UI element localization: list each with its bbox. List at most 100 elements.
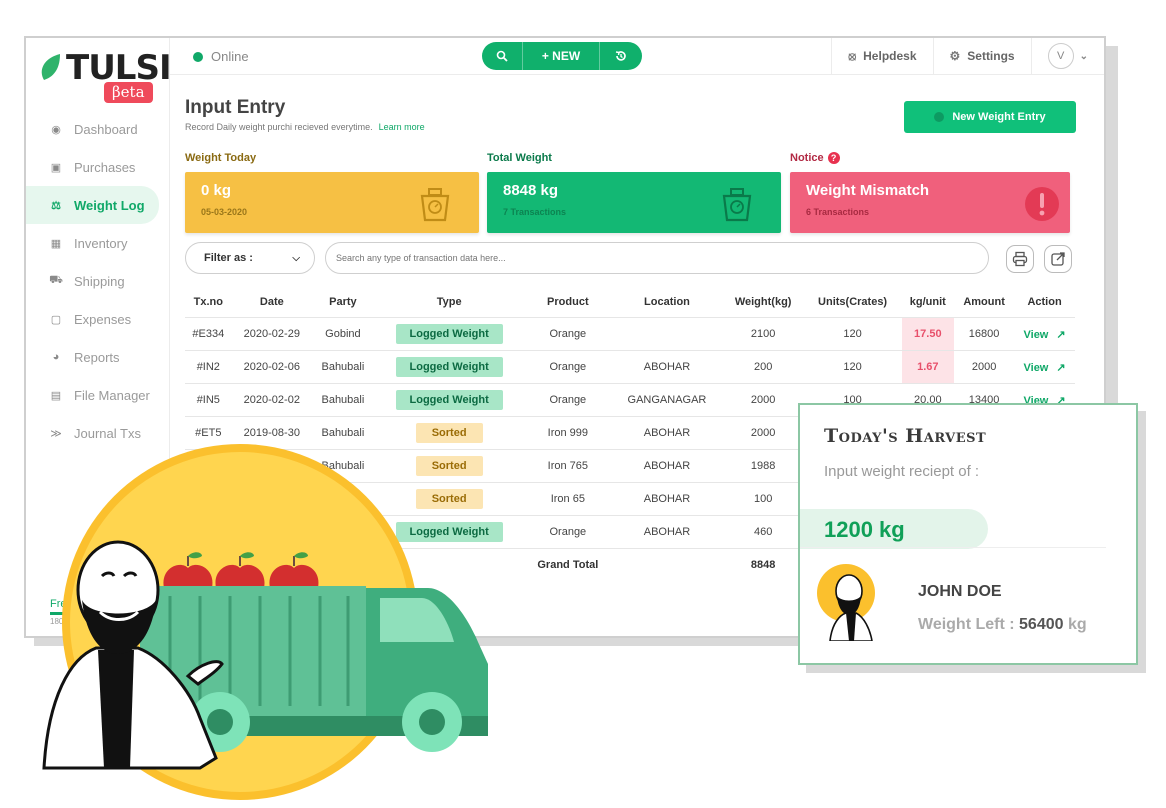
weight-left-label: Weight Left :	[918, 616, 1015, 633]
page-subtitle-text: Record Daily weight purchi recieved ever…	[185, 122, 373, 132]
sidebar-item-file-manager[interactable]: ▤ File Manager	[26, 376, 169, 414]
user-menu[interactable]: V ⌄	[1030, 38, 1104, 74]
cell-kgunit: 17.50	[901, 317, 955, 351]
farmer-name: JOHN DOE	[918, 583, 1002, 600]
page-title: Input Entry	[185, 97, 286, 118]
total-weight-card[interactable]: 8848 kg 7 Transactions	[487, 172, 781, 233]
column-header[interactable]: Party	[312, 287, 374, 318]
cell-units: 120	[803, 350, 902, 384]
column-header[interactable]: Units(Crates)	[804, 287, 902, 318]
filter-dropdown[interactable]: Filter as : ⌵	[185, 242, 315, 274]
cell-date: 2020-02-29	[231, 317, 312, 351]
column-header[interactable]: kg/unit	[902, 287, 954, 318]
grand-total-label: Grand Total	[524, 548, 612, 581]
weight-mismatch-card[interactable]: Weight Mismatch 6 Transactions	[790, 172, 1070, 233]
cell-type: Logged Weight	[373, 350, 525, 384]
status-text: Online	[211, 49, 249, 64]
question-icon[interactable]: ?	[827, 152, 840, 164]
column-header[interactable]: Location	[611, 287, 723, 318]
filter-label: Filter as :	[204, 252, 253, 264]
user-avatar: V	[1047, 43, 1074, 69]
notice-label: Notice	[790, 152, 824, 164]
cell-product: Orange	[524, 350, 612, 384]
column-header[interactable]: Action	[1014, 287, 1075, 318]
table-row[interactable]: #E334 2020-02-29 Gobind Logged Weight Orange…	[185, 317, 1075, 351]
inventory-icon: ▦	[50, 237, 62, 250]
cell-product: Iron 765	[524, 449, 612, 483]
cell-weight: 200	[722, 350, 804, 384]
column-header[interactable]: Tx.no	[185, 287, 232, 318]
column-header[interactable]: Amount	[954, 287, 1014, 318]
cell-tx: #IN2	[185, 350, 232, 384]
weight-today-value: 0 kg	[201, 182, 232, 199]
export-button[interactable]	[1044, 245, 1072, 273]
new-weight-entry-label: New Weight Entry	[952, 111, 1046, 123]
weight-log-icon: ⚖	[51, 199, 61, 212]
beta-badge: βeta	[104, 82, 153, 103]
cell-tx: #IN5	[185, 383, 232, 417]
cell-product: Orange	[524, 515, 612, 549]
cell-action: View ↗	[1014, 317, 1075, 351]
search-icon	[496, 50, 508, 62]
cell-location: ABOHAR	[611, 482, 723, 516]
learn-more-link[interactable]: Learn more	[379, 122, 425, 132]
external-link-icon[interactable]: ↗	[1056, 362, 1065, 374]
sidebar-item-label: Inventory	[74, 235, 128, 251]
connection-status: Online	[193, 49, 249, 64]
helpdesk-label: Helpdesk	[863, 49, 917, 63]
new-button[interactable]: + NEW	[523, 42, 600, 70]
external-link-icon[interactable]: ↗	[1056, 329, 1065, 341]
weight-today-card[interactable]: 0 kg 05-03-2020	[185, 172, 479, 233]
column-header[interactable]: Type	[374, 287, 525, 318]
online-dot-icon	[193, 51, 203, 62]
column-header[interactable]: Product	[524, 287, 611, 318]
sidebar-item-label: Dashboard	[74, 121, 138, 137]
column-header[interactable]: Date	[232, 287, 312, 318]
search-input[interactable]	[325, 242, 989, 274]
cell-location: ABOHAR	[611, 416, 723, 450]
sidebar-item-inventory[interactable]: ▦ Inventory	[26, 224, 169, 262]
file-manager-icon: ▤	[50, 389, 62, 402]
sidebar-item-label: File Manager	[74, 387, 150, 403]
notice-label-row: Notice?	[790, 152, 840, 164]
view-link[interactable]: View	[1024, 362, 1049, 374]
empty-cell	[611, 548, 723, 581]
harvest-subtitle: Input weight reciept of :	[824, 463, 980, 480]
cell-weight: 100	[722, 482, 804, 516]
print-button[interactable]	[1006, 245, 1034, 273]
settings-button[interactable]: ⚙ Settings	[932, 38, 1031, 74]
cell-tx: #E334	[185, 317, 232, 351]
table-row[interactable]: #IN2 2020-02-06 Bahubali Logged Weight Orang…	[185, 350, 1075, 384]
sidebar-item-purchases[interactable]: ▣ Purchases	[26, 148, 169, 186]
cell-location: ABOHAR	[611, 515, 723, 549]
cell-type: Logged Weight	[373, 383, 525, 417]
sidebar-item-reports[interactable]: ◕ Reports	[26, 338, 169, 376]
sidebar-item-weight-log[interactable]: ⚖ Weight Log	[26, 186, 159, 224]
sidebar-item-dashboard[interactable]: ◉ Dashboard	[26, 110, 169, 148]
total-transactions: 7 Transactions	[503, 207, 567, 217]
cell-action: View ↗	[1014, 350, 1075, 384]
cell-location: ABOHAR	[611, 350, 723, 384]
sidebar-item-label: Shipping	[74, 273, 125, 289]
history-button[interactable]	[600, 42, 642, 70]
harvest-divider	[800, 547, 1106, 548]
new-weight-entry-button[interactable]: New Weight Entry	[904, 101, 1076, 133]
weight-left-unit: kg	[1067, 616, 1087, 633]
type-badge: Logged Weight	[395, 357, 503, 377]
cell-location: GANGANAGAR	[611, 383, 723, 417]
cell-date: 2020-02-06	[231, 350, 312, 384]
gear-icon: ⚙	[949, 49, 961, 63]
sidebar-item-expenses[interactable]: ▢ Expenses	[26, 300, 169, 338]
cell-units: 120	[803, 317, 902, 351]
column-header[interactable]: Weight(kg)	[723, 287, 804, 318]
search-button[interactable]	[482, 42, 523, 70]
view-link[interactable]: View	[1024, 329, 1049, 341]
helpdesk-button[interactable]: ⦻ Helpdesk	[831, 38, 932, 74]
cell-party: Bahubali	[312, 383, 374, 417]
leaf-icon	[41, 54, 60, 80]
brand-logo[interactable]: TULSI βeta	[40, 44, 172, 104]
cell-product: Iron 999	[524, 416, 612, 450]
cell-weight: 2100	[722, 317, 804, 351]
purchases-icon: ▣	[50, 161, 62, 174]
sidebar-item-shipping[interactable]: ⛟ Shipping	[26, 262, 169, 300]
